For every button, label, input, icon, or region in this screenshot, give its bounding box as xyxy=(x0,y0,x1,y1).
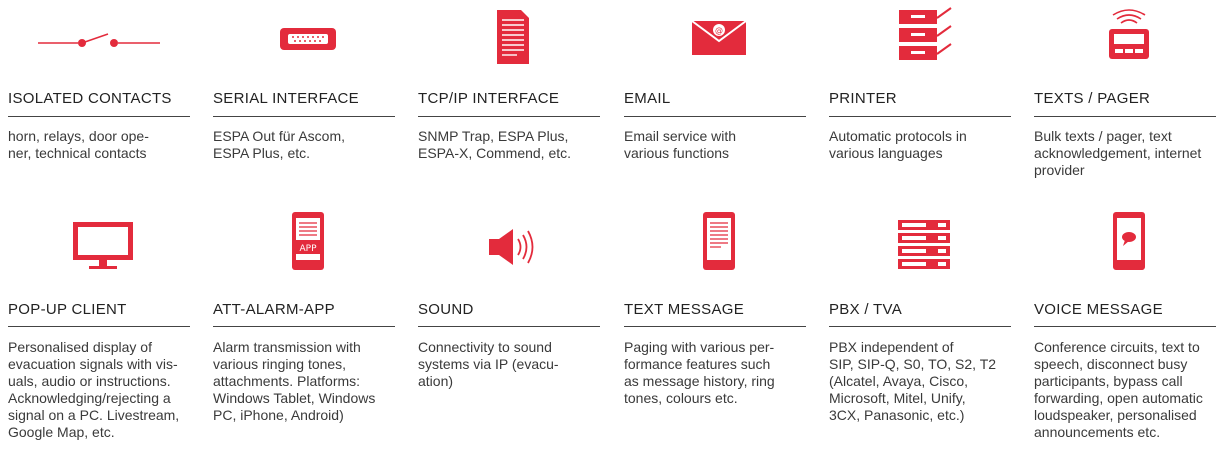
phone-text-icon xyxy=(624,210,814,272)
card-description: Alarm transmission with various ringing … xyxy=(213,339,376,423)
card-title: ATT-ALARM-APP xyxy=(213,301,335,318)
divider xyxy=(624,116,806,117)
server-rack-icon xyxy=(829,214,1019,276)
card-description: horn, relays, door ope- ner, technical c… xyxy=(8,128,149,161)
divider xyxy=(1034,326,1216,327)
card-title: VOICE MESSAGE xyxy=(1034,301,1163,318)
card-title: ISOLATED CONTACTS xyxy=(8,90,172,107)
divider xyxy=(8,116,190,117)
card-description: Conference circuits, text to speech, dis… xyxy=(1034,339,1203,440)
divider xyxy=(213,116,395,117)
card-description: SNMP Trap, ESPA Plus, ESPA-X, Commend, e… xyxy=(418,128,572,161)
card-title: PRINTER xyxy=(829,90,897,107)
envelope-icon: @ xyxy=(624,6,814,68)
phone-app-icon: APP xyxy=(213,210,403,272)
divider xyxy=(1034,116,1216,117)
phone-voice-icon xyxy=(1034,210,1224,272)
pager-icon xyxy=(1034,6,1224,68)
card-title: EMAIL xyxy=(624,90,671,107)
card-description: ESPA Out für Ascom, ESPA Plus, etc. xyxy=(213,128,346,161)
divider xyxy=(418,116,600,117)
document-icon xyxy=(418,6,608,68)
card-description: Automatic protocols in various languages xyxy=(829,128,967,161)
serial-port-icon xyxy=(213,8,403,70)
app-label: APP xyxy=(299,244,317,254)
card-description: PBX independent of SIP, SIP-Q, S0, TO, S… xyxy=(829,339,997,423)
card-title: TEXTS / PAGER xyxy=(1034,90,1151,107)
card-title: TCP/IP INTERFACE xyxy=(418,90,560,107)
features-grid: ISOLATED CONTACTS horn, relays, door ope… xyxy=(0,0,1227,450)
svg-text:@: @ xyxy=(715,26,723,35)
divider xyxy=(8,326,190,327)
card-description: Paging with various per- formance featur… xyxy=(624,339,775,406)
divider xyxy=(213,326,395,327)
speaker-icon xyxy=(418,216,608,278)
divider xyxy=(624,326,806,327)
monitor-icon xyxy=(8,214,198,276)
card-title: SERIAL INTERFACE xyxy=(213,90,359,107)
divider xyxy=(829,326,1011,327)
card-title: SOUND xyxy=(418,301,474,318)
card-title: POP-UP CLIENT xyxy=(8,301,127,318)
divider xyxy=(829,116,1011,117)
card-description: Connectivity to sound systems via IP (ev… xyxy=(418,339,559,389)
printer-icon xyxy=(829,4,1019,66)
switch-icon xyxy=(8,10,198,72)
card-description: Email service with various functions xyxy=(624,128,737,161)
card-description: Personalised display of evacuation signa… xyxy=(8,339,180,440)
divider xyxy=(418,326,600,327)
card-description: Bulk texts / pager, text acknowledgement… xyxy=(1034,128,1202,178)
card-title: TEXT MESSAGE xyxy=(624,301,745,318)
card-title: PBX / TVA xyxy=(829,301,903,318)
